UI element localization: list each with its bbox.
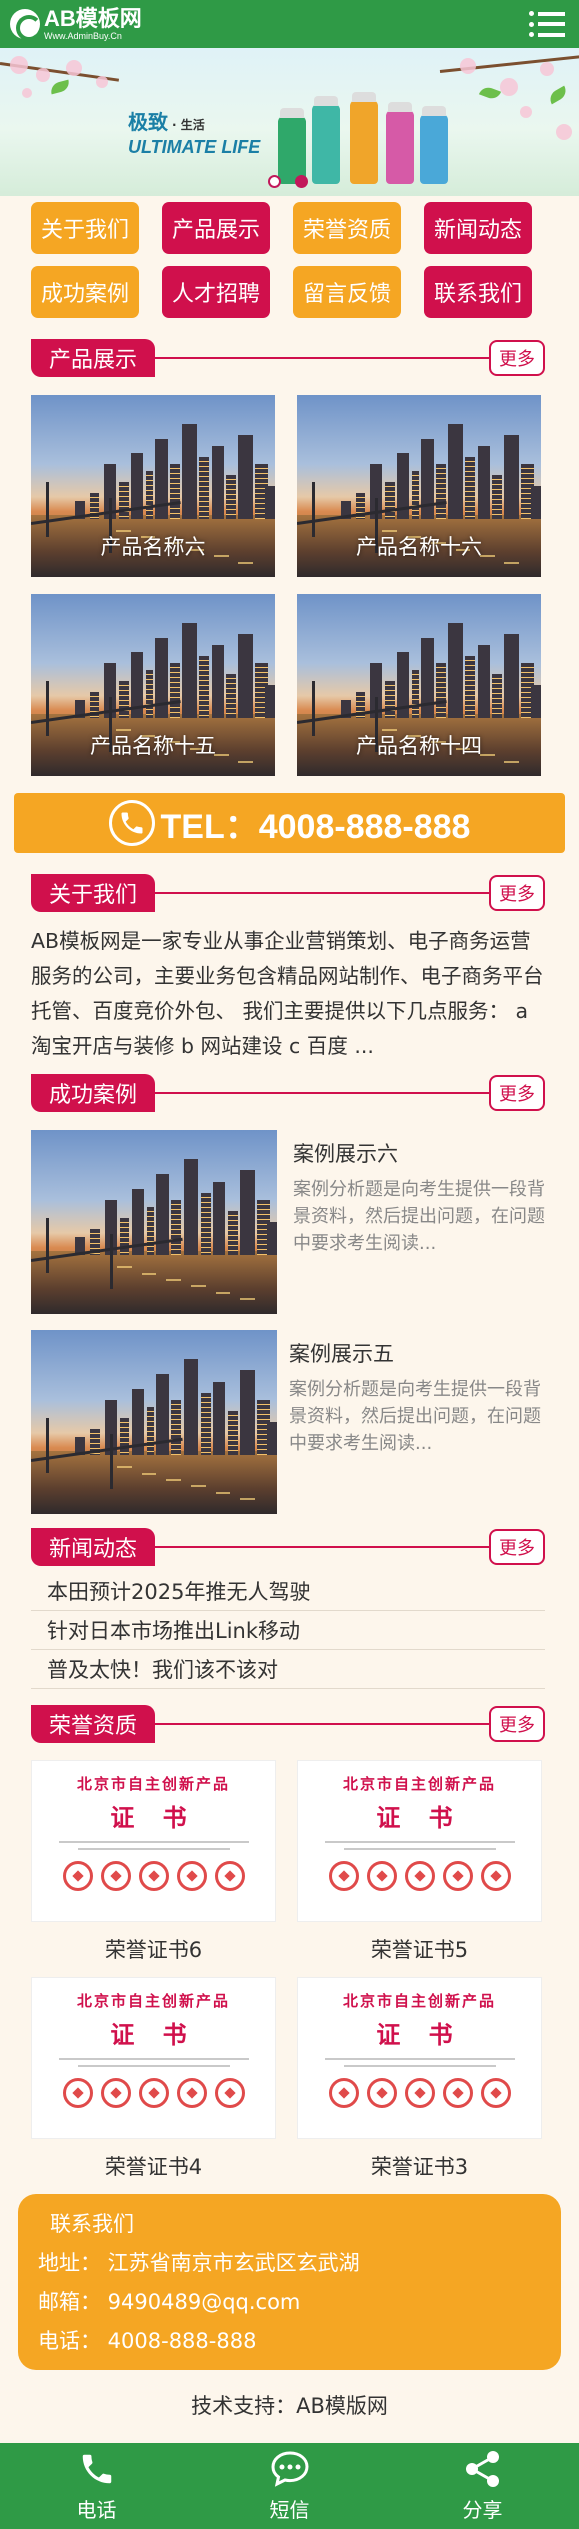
product-bottle-image xyxy=(278,108,306,184)
nav-feedback[interactable]: 留言反馈 xyxy=(293,266,401,318)
bottom-nav-bar: 电话 短信 分享 xyxy=(0,2443,579,2529)
product-bottle-image xyxy=(420,106,448,184)
nav-contact[interactable]: 联系我们 xyxy=(424,266,532,318)
nav-grid: 关于我们 产品展示 荣誉资质 新闻动态 成功案例 人才招聘 留言反馈 联系我们 xyxy=(31,202,551,318)
section-title: 成功案例 xyxy=(31,1074,156,1112)
logo-name: AB模板网 xyxy=(44,5,142,31)
product-name: 产品名称十五 xyxy=(90,734,216,758)
slider-dot-active[interactable] xyxy=(295,175,308,188)
tech-support[interactable]: 技术支持：AB模版网 xyxy=(0,2390,579,2420)
product-card[interactable]: 产品名称十四 xyxy=(297,594,541,776)
honors-section-header: 荣誉资质 更多 xyxy=(31,1705,545,1743)
news-list: 本田预计2025年推无人驾驶 针对日本市场推出Link移动 普及太快！我们该不该… xyxy=(31,1572,545,1689)
bottom-sms-label: 短信 xyxy=(269,2497,310,2522)
certificate-image: 北京市自主创新产品 证 书 xyxy=(31,1977,276,2139)
more-button[interactable]: 更多 xyxy=(489,1706,545,1742)
section-title: 荣誉资质 xyxy=(31,1705,156,1743)
slider-dot[interactable] xyxy=(268,175,281,188)
contact-phone[interactable]: 电话： 4008-888-888 xyxy=(38,2325,561,2355)
case-image xyxy=(31,1330,277,1514)
nav-cases[interactable]: 成功案例 xyxy=(31,266,139,318)
product-bottle-image xyxy=(350,92,378,184)
product-card[interactable]: 产品名称十六 xyxy=(297,395,541,577)
case-title: 案例展示六 xyxy=(293,1142,398,1166)
nav-news[interactable]: 新闻动态 xyxy=(424,202,532,254)
product-card[interactable]: 产品名称六 xyxy=(31,395,275,577)
logo-url: Www.AdminBuy.Cn xyxy=(44,30,122,41)
cases-section-header: 成功案例 更多 xyxy=(31,1074,545,1112)
banner-slogan: 极致 · 生活 ULTIMATE LIFE xyxy=(128,106,260,158)
contact-title: 联系我们 xyxy=(50,2212,134,2236)
case-title: 案例展示五 xyxy=(289,1342,394,1366)
nav-about[interactable]: 关于我们 xyxy=(31,202,139,254)
hero-banner[interactable]: 极致 · 生活 ULTIMATE LIFE xyxy=(0,48,579,196)
product-name: 产品名称十六 xyxy=(356,535,482,559)
section-title: 关于我们 xyxy=(31,874,156,912)
honor-card[interactable]: 北京市自主创新产品 证 书 荣誉证书5 xyxy=(297,1760,542,1964)
product-bottle-image xyxy=(386,102,414,184)
product-card[interactable]: 产品名称十五 xyxy=(31,594,275,776)
case-description: 案例分析题是向考生提供一段背景资料，然后提出问题，在问题中要求考生阅读... xyxy=(293,1179,545,1254)
case-description: 案例分析题是向考生提供一段背景资料，然后提出问题，在问题中要求考生阅读... xyxy=(289,1379,541,1454)
banner-title-en: ULTIMATE LIFE xyxy=(128,137,261,157)
nav-products[interactable]: 产品展示 xyxy=(162,202,270,254)
message-icon xyxy=(270,2450,309,2487)
top-header: AB模板网 Www.AdminBuy.Cn xyxy=(0,0,579,48)
news-item[interactable]: 针对日本市场推出Link移动 xyxy=(31,1611,545,1650)
about-section-header: 关于我们 更多 xyxy=(31,874,545,912)
menu-icon[interactable] xyxy=(527,7,569,41)
certificate-image: 北京市自主创新产品 证 书 xyxy=(297,1760,542,1922)
banner-title-cn: 极致 xyxy=(128,110,168,134)
bottom-sms-button[interactable]: 短信 xyxy=(193,2443,386,2529)
more-button[interactable]: 更多 xyxy=(489,1075,545,1111)
product-bottle-image xyxy=(312,96,340,184)
honor-name: 荣誉证书5 xyxy=(370,1938,469,1962)
site-logo[interactable]: AB模板网 Www.AdminBuy.Cn xyxy=(10,5,142,41)
tel-number: TEL：4008-888-888 xyxy=(160,807,471,846)
contact-box: 联系我们 地址： 江苏省南京市玄武区玄武湖 邮箱： 9490489@qq.com… xyxy=(18,2194,561,2370)
bottom-call-label: 电话 xyxy=(76,2497,117,2522)
phone-icon xyxy=(108,800,155,846)
bottom-share-label: 分享 xyxy=(462,2497,503,2522)
products-section-header: 产品展示 更多 xyxy=(31,339,545,377)
case-item[interactable]: 案例展示六 案例分析题是向考生提供一段背景资料，然后提出问题，在问题中要求考生阅… xyxy=(31,1130,547,1316)
honor-card[interactable]: 北京市自主创新产品 证 书 荣誉证书3 xyxy=(297,1977,542,2181)
news-section-header: 新闻动态 更多 xyxy=(31,1528,545,1566)
case-image xyxy=(31,1130,277,1314)
honor-name: 荣誉证书3 xyxy=(370,2155,469,2179)
honor-name: 荣誉证书6 xyxy=(104,1938,203,1962)
section-title: 新闻动态 xyxy=(31,1528,156,1566)
contact-address: 地址： 江苏省南京市玄武区玄武湖 xyxy=(38,2251,360,2275)
slider-dots xyxy=(268,175,308,188)
about-text: AB模板网是一家专业从事企业营销策划、电子商务运营服务的公司，主要业务包含精品网… xyxy=(31,929,544,1058)
news-item[interactable]: 本田预计2025年推无人驾驶 xyxy=(31,1572,545,1611)
certificate-image: 北京市自主创新产品 证 书 xyxy=(31,1760,276,1922)
news-item[interactable]: 普及太快！我们该不该对 xyxy=(31,1650,545,1689)
more-button[interactable]: 更多 xyxy=(489,340,545,376)
honor-card[interactable]: 北京市自主创新产品 证 书 荣誉证书4 xyxy=(31,1977,276,2181)
banner-title-suffix: · 生活 xyxy=(172,118,205,132)
certificate-image: 北京市自主创新产品 证 书 xyxy=(297,1977,542,2139)
case-item[interactable]: 案例展示五 案例分析题是向考生提供一段背景资料，然后提出问题，在问题中要求考生阅… xyxy=(31,1330,547,1516)
tel-bar[interactable]: TEL：4008-888-888 xyxy=(14,793,565,853)
share-icon xyxy=(465,2450,499,2487)
product-name: 产品名称六 xyxy=(100,535,206,559)
more-button[interactable]: 更多 xyxy=(489,1529,545,1565)
section-title: 产品展示 xyxy=(31,339,156,377)
nav-honors[interactable]: 荣誉资质 xyxy=(293,202,401,254)
nav-jobs[interactable]: 人才招聘 xyxy=(162,266,270,318)
honor-name: 荣誉证书4 xyxy=(104,2155,203,2179)
phone-icon xyxy=(82,2454,111,2483)
bottom-share-button[interactable]: 分享 xyxy=(386,2443,579,2529)
bottom-call-button[interactable]: 电话 xyxy=(0,2443,193,2529)
honor-card[interactable]: 北京市自主创新产品 证 书 荣誉证书6 xyxy=(31,1760,276,1964)
product-name: 产品名称十四 xyxy=(356,734,482,758)
contact-email[interactable]: 邮箱： 9490489@qq.com xyxy=(38,2286,561,2316)
more-button[interactable]: 更多 xyxy=(489,875,545,911)
logo-icon xyxy=(10,9,42,41)
